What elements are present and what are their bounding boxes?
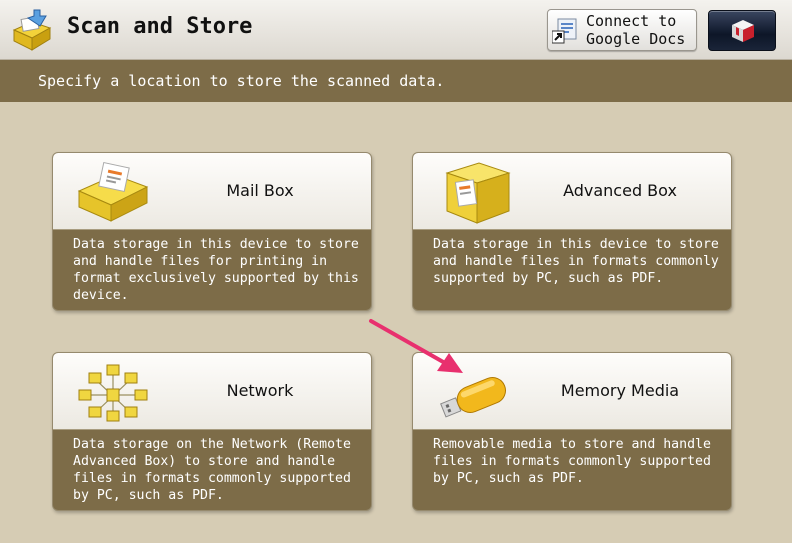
pointer-arrow-icon [369, 319, 463, 373]
network-boxes-icon [78, 364, 148, 422]
advanced-box-description: Data storage in this device to store and… [433, 237, 719, 286]
connect-label-line1: Connect to [586, 12, 677, 30]
mail-box-description: Data storage in this device to store and… [73, 237, 359, 303]
page-title: Scan and Store [67, 14, 253, 39]
google-docs-connect-icon [552, 18, 577, 44]
mail-box-title: Mail Box [226, 181, 294, 200]
advanced-box-button[interactable]: Advanced Box Data storage in this device… [412, 152, 732, 311]
scan-store-icon [12, 9, 52, 51]
network-button[interactable]: Network Data storage on the Network (Rem… [52, 352, 372, 511]
header-bar: Scan and Store Connect to Google Docs [0, 0, 792, 60]
network-description: Data storage on the Network (Remote Adva… [73, 437, 351, 503]
instruction-band: Specify a location to store the scanned … [0, 60, 792, 102]
main-menu-cube-icon [732, 20, 754, 42]
connect-label-line2: Google Docs [586, 30, 686, 48]
memory-media-description: Removable media to store and handle file… [433, 437, 711, 486]
connect-google-docs-button[interactable]: Connect to Google Docs [547, 9, 697, 51]
main-menu-button[interactable] [708, 10, 776, 51]
network-title: Network [226, 381, 294, 400]
mail-box-button[interactable]: Mail Box Data storage in this device to … [52, 152, 372, 311]
advanced-box-title: Advanced Box [563, 181, 677, 200]
instruction-text: Specify a location to store the scanned … [38, 72, 445, 90]
memory-media-title: Memory Media [560, 381, 680, 400]
mail-box-tray-icon [77, 161, 149, 222]
advanced-box-cube-icon [445, 162, 511, 224]
